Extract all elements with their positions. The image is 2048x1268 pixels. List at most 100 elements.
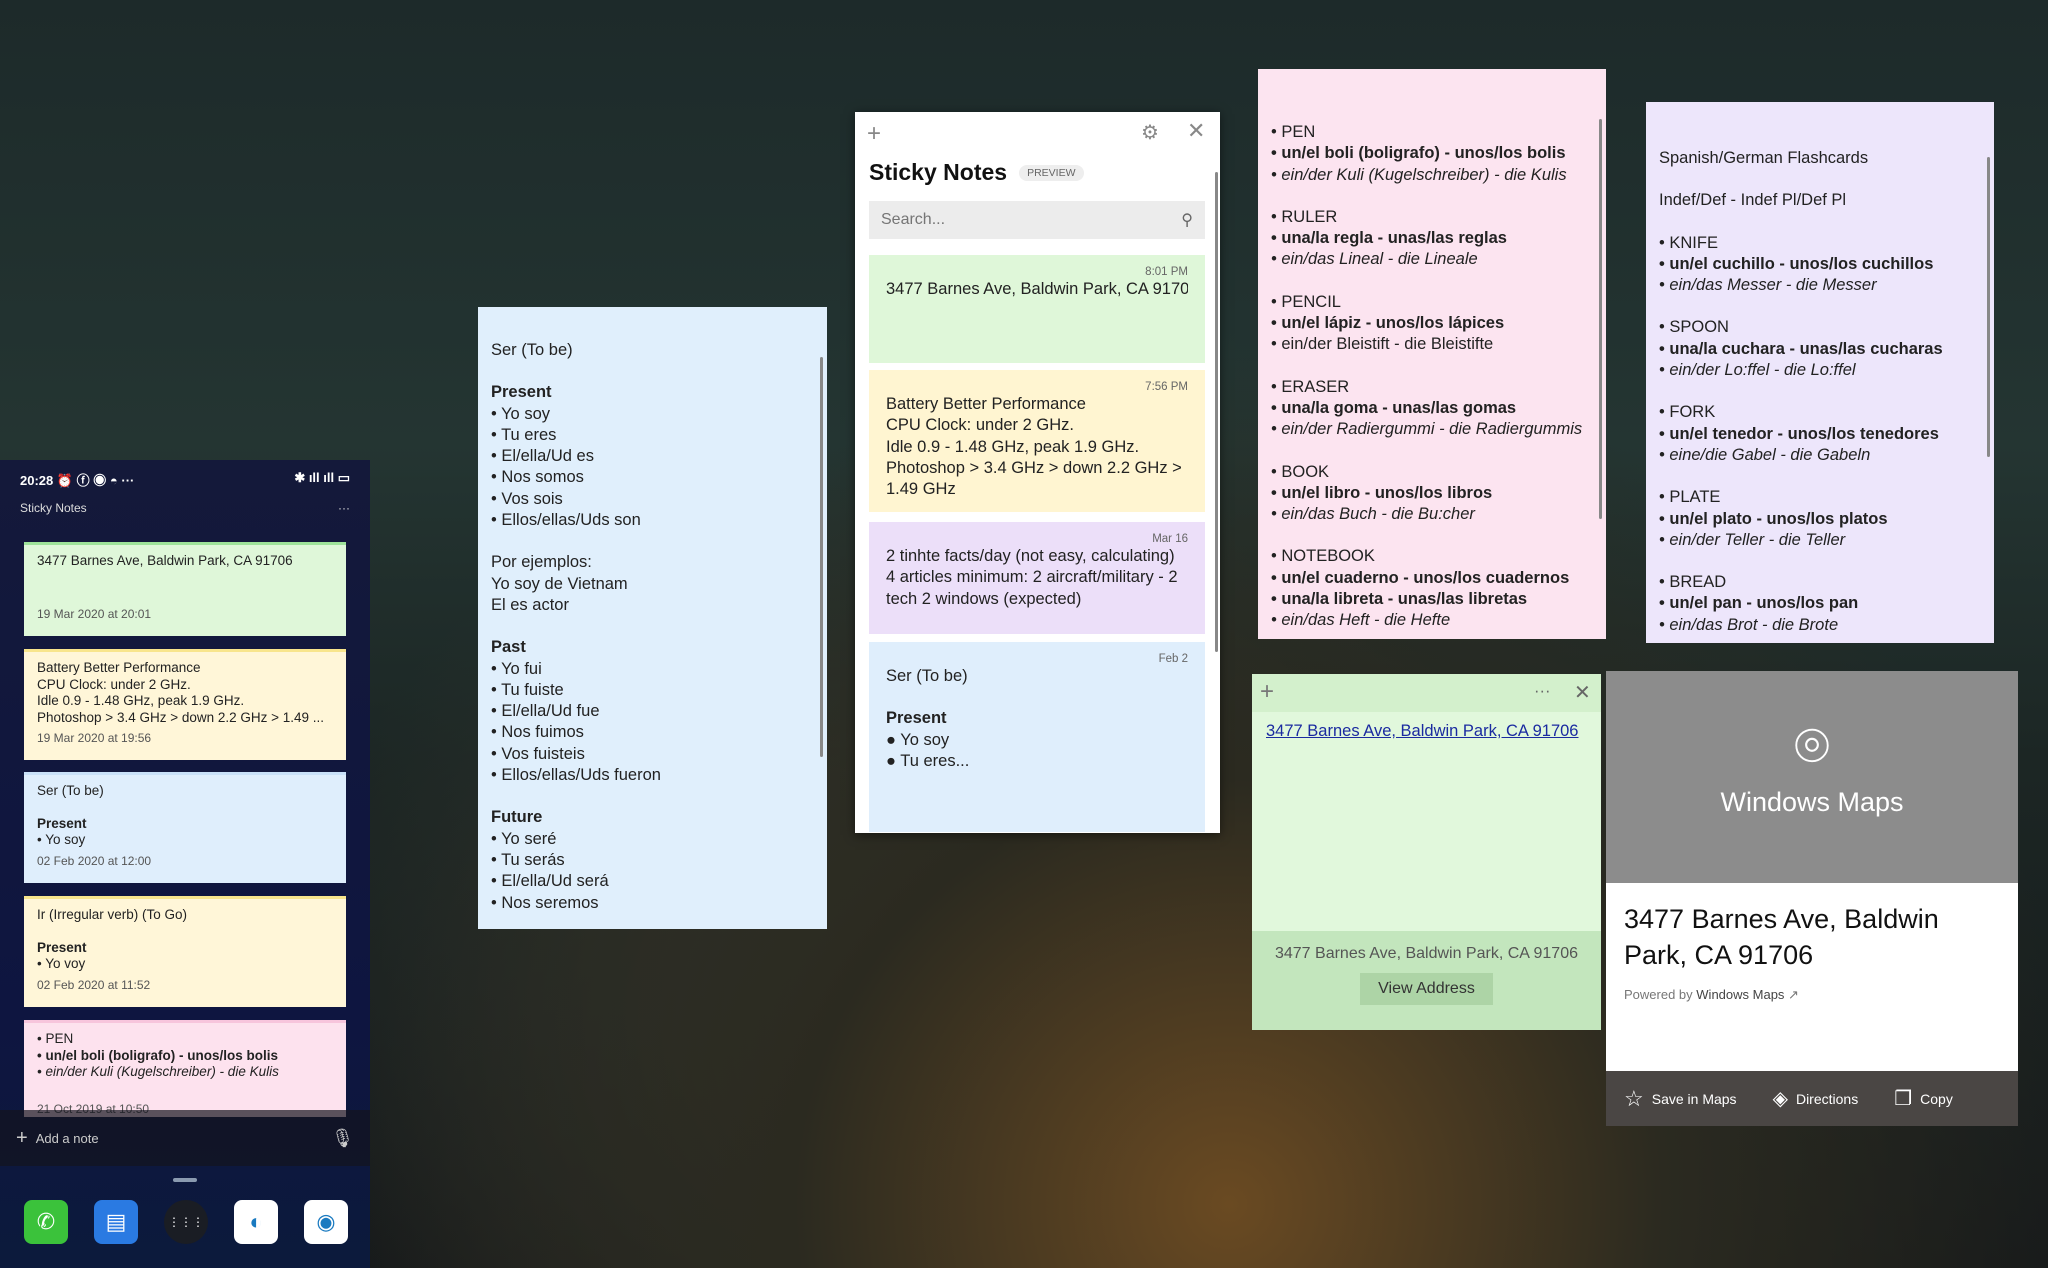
note-line: El es actor: [491, 595, 569, 614]
note-line: Ser (To be): [491, 341, 573, 359]
note-line: [1659, 551, 1981, 572]
note-list-item[interactable]: Feb 2 Ser (To be) Present ● Yo soy ● Tu eres…: [869, 642, 1205, 832]
note-line: 3477 Barnes Ave, Baldwin Park, CA 91706: [886, 280, 1188, 298]
note-line: • Vos sois: [491, 489, 563, 508]
note-line: Present: [37, 939, 87, 955]
note-line: • una/la regla - unas/las reglas: [1271, 229, 1507, 248]
note-line: • una/la cuchara - unas/las cucharas: [1659, 339, 1943, 358]
note-line: • PEN: [1271, 123, 1316, 141]
note-line: CPU Clock: under 2 GHz.: [37, 676, 191, 692]
directions-button[interactable]: ◈ Directions: [1773, 1086, 1859, 1111]
close-icon[interactable]: ✕: [1574, 680, 1591, 705]
note-line: Ser (To be): [37, 783, 104, 798]
messages-app-icon[interactable]: ▤: [94, 1200, 138, 1244]
notification-icons: ⏰ ⓕ ◉ ◓ ···: [56, 473, 135, 488]
address-link[interactable]: 3477 Barnes Ave, Baldwin Park, CA 91706: [1266, 722, 1579, 740]
note-line: • Tu serás: [491, 850, 565, 869]
sticky-note-address[interactable]: + ··· ✕ 3477 Barnes Ave, Baldwin Park, C…: [1252, 674, 1601, 1030]
note-timestamp: 02 Feb 2020 at 11:52: [37, 977, 151, 992]
phone-note-card[interactable]: Ir (Irregular verb) (To Go) Present • Yo v…: [24, 896, 346, 1007]
note-list-item[interactable]: 7:56 PM Battery Better Performance CPU Clo…: [869, 370, 1205, 512]
note-line: • eine/die Gabel - die Gabeln: [1659, 445, 1871, 464]
system-status-icons: ✱ ıll ıll ▭: [294, 470, 350, 485]
phone-app-icon[interactable]: ✆: [24, 1200, 68, 1244]
note-line: ● Yo soy: [886, 730, 950, 749]
note-line: • ein/das Heft - die Hefte: [1271, 611, 1451, 630]
note-line: • Nos fuimos: [491, 723, 584, 742]
more-options-button[interactable]: ···: [1534, 682, 1550, 701]
note-line: • PLATE: [1659, 488, 1721, 507]
sticky-note-school-supplies[interactable]: • PEN • un/el boli (boligrafo) - unos/los…: [1258, 69, 1606, 639]
copy-button[interactable]: ❐ Copy: [1894, 1086, 1953, 1111]
edge-app-icon[interactable]: ◐: [234, 1200, 278, 1244]
note-line: • ein/das Messer - die Messer: [1659, 276, 1877, 295]
microphone-icon[interactable]: 🎙: [331, 1128, 354, 1149]
star-icon: ☆: [1624, 1085, 1644, 1111]
add-note-label: Add a note: [35, 1130, 99, 1146]
note-line: • Tu eres: [491, 425, 557, 444]
camera-app-icon[interactable]: ◉: [304, 1200, 348, 1244]
note-line: [1271, 271, 1593, 292]
note-line: [37, 800, 333, 816]
note-line: • El/ella/Ud fue: [491, 702, 600, 721]
note-line: • PEN: [37, 1031, 74, 1046]
maps-brand: Windows Maps: [1720, 787, 1904, 817]
note-line: • Tu fuiste: [491, 680, 564, 699]
phone-note-card[interactable]: • PEN • un/el boli (boligrafo) - unos/los…: [24, 1020, 346, 1117]
note-line: • PENCIL: [1271, 292, 1341, 311]
note-line: Ir (Irregular verb) (To Go): [37, 907, 188, 922]
note-line: Photoshop > 3.4 GHz > down 2.2 GHz > 1.4…: [37, 709, 325, 725]
sticky-note-flashcards[interactable]: Spanish/German Flashcards Indef/Def - Ind…: [1646, 102, 1994, 643]
note-line: [491, 319, 814, 340]
note-line: • una/la goma - unas/las gomas: [1271, 398, 1517, 417]
search-input[interactable]: [881, 211, 1182, 229]
note-line: • BREAD: [1659, 573, 1727, 592]
note-line: CPU Clock: under 2 GHz.: [886, 416, 1074, 435]
new-note-button[interactable]: +: [1260, 678, 1274, 706]
note-list-item[interactable]: Mar 16 2 tinhte facts/day (not easy, calc…: [869, 522, 1205, 634]
add-note-bar[interactable]: + Add a note 🎙: [0, 1110, 370, 1166]
note-line: [491, 616, 814, 637]
search-box[interactable]: ⚲: [869, 201, 1205, 239]
note-line: • una/la libreta - unas/las libretas: [1271, 590, 1528, 609]
new-note-button[interactable]: +: [867, 120, 881, 148]
note-line: • Ellos/ellas/Uds son: [491, 511, 641, 530]
note-list-item[interactable]: 8:01 PM 3477 Barnes Ave, Baldwin Park, CA…: [869, 255, 1205, 363]
app-drawer-app-icon[interactable]: ⋮⋮⋮: [164, 1200, 208, 1244]
scrollbar[interactable]: [1215, 172, 1218, 652]
maps-action-bar: ☆ Save in Maps ◈ Directions ❐ Copy: [1606, 1071, 2018, 1126]
note-line: [886, 610, 1188, 631]
phone-note-card[interactable]: 3477 Barnes Ave, Baldwin Park, CA 91706 1…: [24, 542, 346, 636]
note-line: 1.49 GHz: [886, 480, 956, 499]
scrollbar[interactable]: [1599, 119, 1602, 519]
note-line: • Yo seré: [491, 829, 557, 848]
settings-gear-icon[interactable]: ⚙: [1141, 120, 1159, 145]
widget-more-button[interactable]: ···: [338, 501, 350, 515]
phone-note-card[interactable]: Ser (To be) Present • Yo soy 02 Feb 2020 at…: [24, 772, 346, 883]
copy-icon: ❐: [1894, 1088, 1913, 1110]
note-line: 2 tinhte facts/day (not easy, calculatin…: [886, 547, 1175, 565]
phone-note-card[interactable]: Battery Better Performance CPU Clock: und…: [24, 649, 346, 760]
note-line: • ein/der Kuli (Kugelschreiber) - die Ku…: [1271, 165, 1567, 184]
note-timestamp: 19 Mar 2020 at 20:01: [37, 606, 152, 621]
note-line: [1659, 169, 1981, 190]
scrollbar[interactable]: [1987, 157, 1990, 457]
windows-maps-link[interactable]: Windows Maps: [1696, 987, 1784, 1002]
view-address-button[interactable]: View Address: [1360, 973, 1493, 1005]
note-line: • ein/der Teller - die Teller: [1659, 530, 1846, 549]
note-line: • un/el boli (boligrafo) - unos/los boli…: [1271, 144, 1566, 163]
external-link-icon: ↗: [1788, 987, 1799, 1002]
save-in-maps-button[interactable]: ☆ Save in Maps: [1624, 1086, 1737, 1112]
home-handle[interactable]: [173, 1178, 197, 1182]
note-line: • ein/der Lo:ffel - die Lo:ffel: [1659, 361, 1856, 380]
scrollbar[interactable]: [820, 357, 823, 757]
map-pin-icon: ⌾: [1794, 712, 1830, 779]
sticky-note-ser[interactable]: Ser (To be) Present • Yo soy • Tu eres • El/…: [478, 307, 827, 929]
close-icon[interactable]: ✕: [1187, 118, 1205, 144]
search-icon[interactable]: ⚲: [1181, 210, 1193, 230]
note-line: [37, 570, 333, 586]
note-timestamp: 8:01 PM: [1145, 266, 1188, 278]
note-line: ● Tu eres...: [886, 751, 970, 770]
widget-title: Sticky Notes: [20, 501, 87, 515]
note-line: 3477 Barnes Ave, Baldwin Park, CA 91706: [37, 553, 293, 568]
